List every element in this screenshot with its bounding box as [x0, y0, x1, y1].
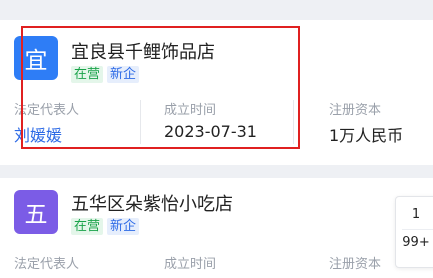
legal-rep-link[interactable]: 刘媛媛: [14, 122, 62, 146]
company-card[interactable]: 五 五华区朵紫怡小吃店 在营 新企 法定代表人 成立时间 注册资本: [0, 178, 433, 278]
status-badge-active: 在营: [71, 66, 104, 83]
registered-capital: 1万人民币: [329, 126, 404, 145]
legal-rep-label: 法定代表人: [14, 257, 80, 272]
company-logo: 五: [14, 190, 58, 234]
total-pages: 99+: [402, 235, 430, 250]
capital-label: 注册资本: [329, 257, 382, 272]
company-name[interactable]: 五华区朵紫怡小吃店: [71, 190, 233, 216]
status-badge-active: 在营: [71, 218, 104, 235]
page-indicator[interactable]: 1 99+: [395, 196, 433, 268]
established-label: 成立时间: [164, 257, 217, 272]
current-page: 1: [411, 207, 421, 222]
status-tags: 在营 新企: [71, 66, 140, 83]
capital-label: 注册资本: [329, 103, 382, 118]
legal-rep-label: 法定代表人: [14, 103, 80, 118]
status-tags: 在营 新企: [71, 218, 140, 235]
status-badge-new: 新企: [107, 66, 140, 83]
established-label: 成立时间: [164, 103, 217, 118]
divider: [293, 100, 294, 144]
company-name[interactable]: 宜良县千鲤饰品店: [71, 38, 215, 64]
divider: [140, 100, 141, 144]
company-card[interactable]: 宜 宜良县千鲤饰品店 在营 新企 法定代表人 刘媛媛 成立时间 2023-07-…: [0, 20, 433, 165]
established-date: 2023-07-31: [164, 122, 257, 141]
company-logo: 宜: [14, 36, 58, 80]
divider: [402, 229, 433, 230]
status-badge-new: 新企: [107, 218, 140, 235]
